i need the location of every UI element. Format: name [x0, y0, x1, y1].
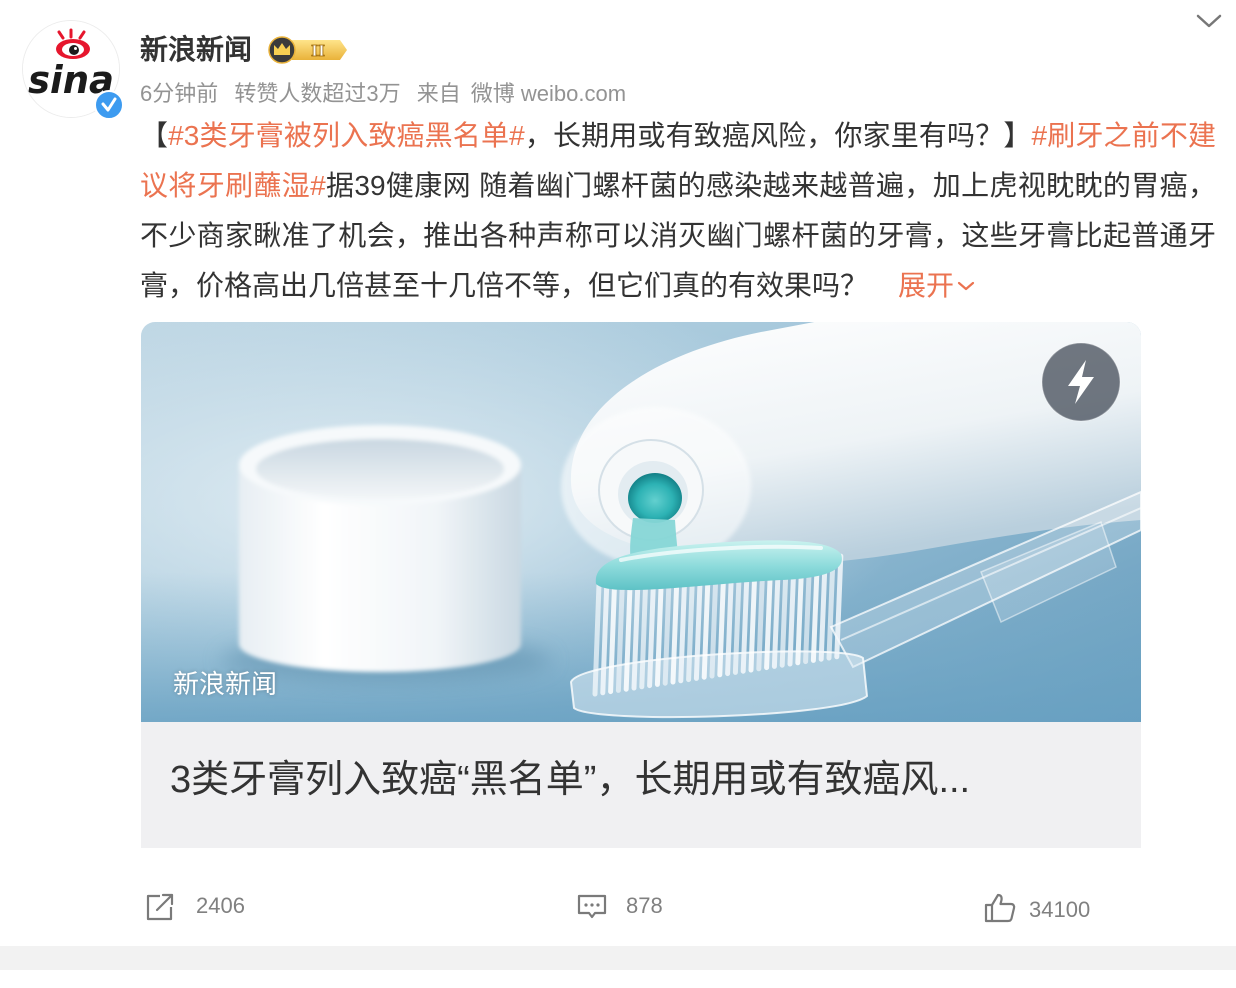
post-time[interactable]: 6分钟前 — [140, 81, 218, 106]
toothpaste-photo — [141, 322, 1141, 722]
crown-badge-icon[interactable]: II — [268, 36, 350, 64]
post-meta: 6分钟前 转赞人数超过3万 来自 微博 weibo.com — [140, 79, 636, 109]
post-text: 【#3类牙膏被列入致癌黑名单#，长期用或有致癌风险，你家里有吗？】#刷牙之前不建… — [140, 111, 1216, 311]
like-count[interactable]: 34100 — [1029, 895, 1090, 925]
text-segment: 据39健康网 随着幽门螺杆菌的感染越来越普遍，加上虎视眈眈的胃癌， — [325, 170, 1216, 201]
text-line: 不少商家瞅准了机会，推出各种声称可以消灭幽门螺杆菌的牙膏，这些牙膏比起普通牙 — [140, 211, 1216, 261]
text-line: 【#3类牙膏被列入致癌黑名单#，长期用或有致癌风险，你家里有吗？】#刷牙之前不建 — [140, 111, 1216, 161]
text-segment: 不少商家瞅准了机会，推出各种声称可以消灭幽门螺杆菌的牙膏，这些牙膏比起普通牙 — [140, 220, 1216, 251]
author-name[interactable]: 新浪新闻 — [140, 33, 252, 67]
chevron-down-icon[interactable] — [957, 280, 975, 292]
expand-label[interactable]: 展开 — [898, 270, 954, 301]
comment-icon[interactable] — [576, 892, 608, 922]
comment-count[interactable]: 878 — [626, 891, 663, 921]
feed-divider — [0, 946, 1236, 970]
topic-link[interactable]: #刷牙之前不建 — [1032, 120, 1216, 151]
verified-icon — [94, 90, 124, 120]
post-source: 微博 weibo.com — [470, 81, 627, 106]
share-icon[interactable] — [144, 891, 176, 923]
repost-count[interactable]: 2406 — [196, 891, 245, 921]
svg-text:II: II — [311, 42, 325, 60]
image-caption: 新浪新闻 — [173, 669, 278, 699]
text-line: 议将牙刷蘸湿#据39健康网 随着幽门螺杆菌的感染越来越普遍，加上虎视眈眈的胃癌， — [140, 161, 1216, 211]
hot-label: 转赞人数超过3万 — [234, 81, 401, 106]
text-line: 膏，价格高出几倍甚至十几倍不等，但它们真的有效果吗？ 展开 — [140, 261, 1216, 311]
link-card-title-box[interactable]: 3类牙膏列入致癌“黑名单”，长期用或有致癌风... — [141, 722, 1141, 848]
source-prefix: 来自 — [416, 81, 461, 106]
text-segment: 【 — [140, 120, 169, 151]
thumbs-up-icon[interactable] — [983, 892, 1017, 924]
text-segment: 膏，价格高出几倍甚至十几倍不等，但它们真的有效果吗？ — [140, 270, 869, 301]
lightning-icon[interactable] — [1041, 342, 1121, 422]
link-card-title[interactable]: 3类牙膏列入致癌“黑名单”，长期用或有致癌风... — [170, 754, 1120, 806]
topic-link[interactable]: 议将牙刷蘸湿# — [140, 170, 326, 201]
topic-link[interactable]: #3类牙膏被列入致癌黑名单# — [168, 120, 525, 151]
expand-link[interactable]: 展开 — [898, 270, 975, 301]
text-segment: ，长期用或有致癌风险，你家里有吗？】 — [524, 120, 1032, 151]
link-card-image[interactable]: 新浪新闻 — [141, 322, 1141, 722]
chevron-down-icon[interactable] — [1196, 12, 1222, 30]
